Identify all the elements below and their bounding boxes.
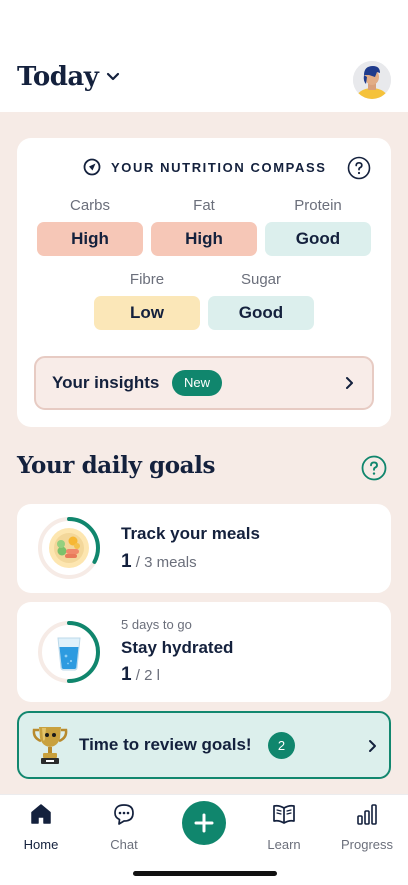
home-icon	[6, 801, 76, 827]
goal-card-hydration[interactable]: 5 days to go Stay hydrated 1 / 2 l	[17, 602, 391, 702]
compass-icon	[83, 158, 101, 181]
new-badge: New	[172, 370, 223, 396]
nutrient-status-badge: Good	[208, 296, 314, 330]
plus-icon	[194, 813, 214, 833]
page-title: Today	[17, 62, 99, 92]
review-goals-label: Time to review goals!	[79, 735, 252, 754]
goal-current: 1	[121, 664, 132, 685]
nutrient-protein: Protein Good	[265, 196, 371, 256]
goal-progress-text: 1 / 2 l	[121, 664, 160, 686]
chat-icon	[89, 801, 159, 827]
nutrient-fibre: Fibre Low	[94, 270, 200, 330]
book-icon	[249, 801, 319, 827]
nutrient-fat: Fat High	[151, 196, 257, 256]
goal-title: Stay hydrated	[121, 638, 234, 657]
top-bar: Today	[0, 0, 408, 112]
bottom-tab-bar: Home Chat Learn Progress	[0, 794, 408, 885]
insights-button[interactable]: Your insights New	[34, 356, 374, 410]
bar-chart-icon	[332, 801, 402, 827]
tab-label: Learn	[267, 837, 301, 852]
goal-current: 1	[121, 551, 132, 572]
date-selector[interactable]: Today	[17, 62, 120, 92]
goal-progress-ring	[37, 620, 101, 689]
nutrient-label: Carbs	[69, 197, 110, 214]
goal-card-meals[interactable]: Track your meals 1 / 3 meals	[17, 504, 391, 593]
goal-target: / 2 l	[135, 667, 160, 684]
chevron-down-icon	[106, 69, 120, 87]
chevron-right-icon	[344, 376, 354, 395]
nutrient-carbs: Carbs High	[37, 196, 143, 256]
avatar[interactable]	[353, 61, 391, 99]
help-icon[interactable]	[347, 156, 371, 185]
nutrient-status-badge: Low	[94, 296, 200, 330]
tab-label: Chat	[110, 837, 138, 852]
tab-home[interactable]: Home	[6, 801, 76, 852]
tab-chat[interactable]: Chat	[89, 801, 159, 852]
add-button[interactable]	[182, 801, 226, 845]
main-content: YOUR NUTRITION COMPASS Carbs High Fat Hi…	[0, 112, 408, 794]
review-count-badge: 2	[268, 732, 295, 759]
nutrient-label: Fibre	[129, 271, 165, 288]
goal-progress-text: 1 / 3 meals	[121, 551, 197, 573]
nutrient-label: Fat	[193, 197, 215, 214]
meal-plate-icon	[38, 517, 100, 579]
chevron-right-icon	[367, 739, 377, 758]
goal-progress-ring	[37, 516, 101, 585]
tab-learn[interactable]: Learn	[249, 801, 319, 852]
goal-target: / 3 meals	[135, 554, 197, 571]
compass-title: YOUR NUTRITION COMPASS	[111, 160, 327, 175]
nutrient-sugar: Sugar Good	[208, 270, 314, 330]
compass-header: YOUR NUTRITION COMPASS	[17, 156, 391, 181]
tab-label: Home	[23, 837, 59, 852]
water-glass-icon	[38, 621, 100, 683]
goal-title: Track your meals	[121, 524, 260, 543]
nutrition-compass-card: YOUR NUTRITION COMPASS Carbs High Fat Hi…	[17, 138, 391, 427]
home-indicator	[133, 871, 277, 876]
tab-label: Progress	[340, 837, 394, 852]
trophy-icon	[30, 724, 70, 771]
nutrient-status-badge: High	[151, 222, 257, 256]
nutrient-label: Sugar	[240, 271, 282, 288]
review-goals-banner[interactable]: Time to review goals! 2	[17, 711, 391, 779]
tab-progress[interactable]: Progress	[332, 801, 402, 852]
goal-subtitle: 5 days to go	[121, 617, 192, 632]
help-icon[interactable]	[361, 455, 387, 486]
insights-label: Your insights	[52, 373, 160, 392]
nutrient-status-badge: High	[37, 222, 143, 256]
nutrient-label: Protein	[294, 197, 342, 214]
section-title: Your daily goals	[17, 452, 216, 479]
nutrient-status-badge: Good	[265, 222, 371, 256]
